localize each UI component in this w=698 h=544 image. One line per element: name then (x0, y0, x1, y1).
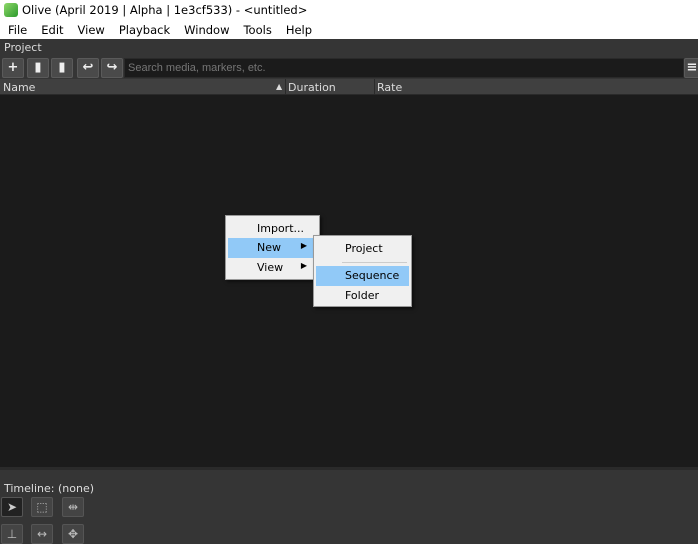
save-project-button[interactable]: ▮ (51, 58, 73, 78)
menu-item-view[interactable]: View ▶ (228, 258, 317, 278)
list-icon: ≡ (686, 60, 698, 75)
view-menu-button[interactable]: ≡ (684, 58, 698, 78)
column-rate[interactable]: Rate (377, 81, 402, 94)
column-duration[interactable]: Duration (288, 81, 336, 94)
submenu-arrow-icon: ▶ (300, 261, 307, 270)
submenu-arrow-icon: ▶ (300, 241, 307, 250)
menu-item-label: Folder (345, 289, 379, 302)
menu-item-label: View (257, 261, 284, 274)
open-project-button[interactable]: ▮ (27, 58, 49, 78)
redo-button[interactable]: ↪ (101, 58, 123, 78)
menu-item-project[interactable]: Project (316, 239, 409, 259)
menu-item-import[interactable]: Import... (228, 219, 317, 239)
menu-item-label: New (257, 241, 281, 254)
new-submenu: Project Sequence Folder (313, 235, 412, 307)
menu-item-sequence[interactable]: Sequence (316, 266, 409, 286)
menu-separator (342, 262, 407, 263)
search-input[interactable] (124, 58, 684, 78)
context-menu: Import... New ▶ View ▶ (225, 215, 320, 280)
slide-icon: ✥ (67, 527, 79, 541)
column-header: Name ▲ Duration Rate (0, 79, 698, 95)
project-panel-title: Project (0, 39, 698, 56)
new-button[interactable]: + (2, 58, 24, 78)
slide-tool-button[interactable]: ✥ (62, 524, 84, 544)
marquee-icon: ⬚ (36, 500, 48, 514)
menu-item-label: Import... (257, 222, 304, 235)
title-bar: Olive (April 2019 | Alpha | 1e3cf533) - … (0, 0, 698, 21)
menu-tools[interactable]: Tools (236, 21, 278, 39)
menu-playback[interactable]: Playback (112, 21, 177, 39)
marquee-tool-button[interactable]: ⬚ (31, 497, 53, 517)
menu-help[interactable]: Help (279, 21, 319, 39)
pointer-icon: ➤ (6, 500, 18, 514)
menu-window[interactable]: Window (177, 21, 236, 39)
menu-edit[interactable]: Edit (34, 21, 70, 39)
menu-view[interactable]: View (71, 21, 112, 39)
slip-icon: ↔ (36, 527, 48, 541)
razor-icon: ⊥ (6, 527, 18, 541)
menu-bar: File Edit View Playback Window Tools Hel… (0, 21, 698, 39)
menu-item-label: Sequence (345, 269, 400, 282)
column-name[interactable]: Name (3, 81, 35, 94)
ripple-icon: ⇹ (67, 500, 79, 514)
document-icon: ▮ (34, 60, 42, 75)
pointer-tool-button[interactable]: ➤ (1, 497, 23, 517)
save-document-icon: ▮ (58, 60, 66, 75)
slip-tool-button[interactable]: ↔ (31, 524, 53, 544)
olive-logo-icon (4, 3, 18, 17)
ripple-tool-button[interactable]: ⇹ (62, 497, 84, 517)
undo-arrow-icon: ↩ (82, 60, 94, 75)
undo-button[interactable]: ↩ (77, 58, 99, 78)
menu-item-folder[interactable]: Folder (316, 286, 409, 306)
redo-arrow-icon: ↪ (106, 60, 118, 75)
razor-tool-button[interactable]: ⊥ (1, 524, 23, 544)
plus-icon: + (7, 60, 19, 75)
menu-item-new[interactable]: New ▶ (228, 238, 317, 258)
sort-ascending-icon: ▲ (276, 82, 283, 91)
menu-item-label: Project (345, 242, 383, 255)
window-title: Olive (April 2019 | Alpha | 1e3cf533) - … (22, 3, 308, 17)
timeline-label: Timeline: (none) (4, 482, 94, 495)
menu-file[interactable]: File (1, 21, 34, 39)
